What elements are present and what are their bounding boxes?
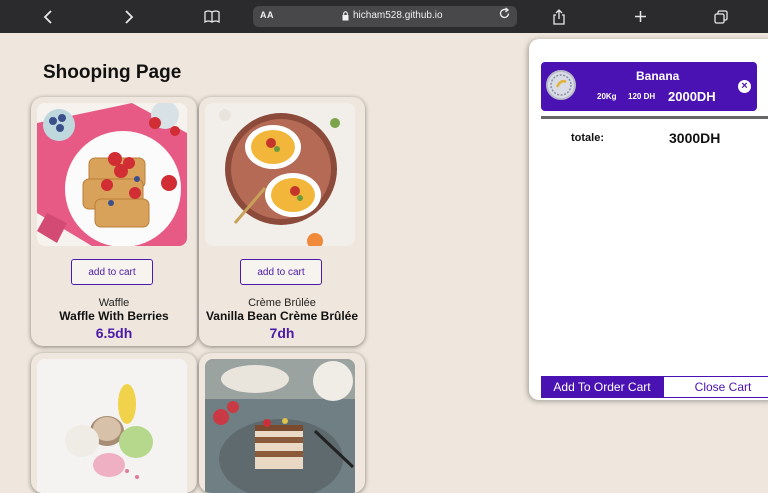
product-image-waffle[interactable]	[37, 103, 187, 246]
cart-item-unit-price: 120 DH	[628, 92, 656, 101]
cart-item-weight: 20Kg	[597, 92, 617, 101]
page-title: Shooping Page	[43, 62, 182, 83]
close-cart-button[interactable]: Close Cart	[663, 376, 768, 398]
product-name: Waffle With Berries	[59, 309, 169, 323]
forward-icon[interactable]	[119, 0, 139, 33]
remove-item-icon[interactable]: ×	[738, 80, 751, 93]
cart-total-value: 3000DH	[669, 130, 721, 146]
url-text: hicham528.github.io	[353, 10, 443, 21]
product-image-tiramisu[interactable]	[205, 359, 355, 493]
product-category: Waffle	[98, 297, 130, 309]
cart-item-total: 2000DH	[668, 89, 716, 104]
cart-item: Banana 20Kg 120 DH 2000DH ×	[541, 62, 757, 111]
text-size-button[interactable]: AA	[260, 10, 274, 20]
address-bar[interactable]: AA hicham528.github.io	[253, 6, 517, 27]
tabs-icon[interactable]	[711, 0, 731, 33]
add-to-order-cart-button[interactable]: Add To Order Cart	[541, 376, 663, 398]
cart-item-name: Banana	[636, 69, 680, 83]
cart-divider	[541, 116, 768, 119]
lock-icon	[342, 11, 349, 21]
reader-icon[interactable]	[202, 0, 222, 33]
cart-panel: Banana 20Kg 120 DH 2000DH × totale: 3000…	[529, 39, 768, 400]
cart-total-label: totale:	[571, 132, 604, 144]
product-card	[31, 353, 197, 493]
product-category: Crème Brûlée	[248, 297, 316, 309]
product-image-creme-brulee[interactable]	[205, 103, 355, 246]
reload-icon[interactable]	[498, 7, 511, 23]
back-icon[interactable]	[38, 0, 58, 33]
product-name: Vanilla Bean Crème Brûlée	[205, 309, 359, 323]
add-to-cart-button[interactable]: add to cart	[240, 259, 322, 285]
share-icon[interactable]	[549, 0, 569, 33]
product-price: 6.5dh	[95, 325, 133, 341]
product-card: add to cart Waffle Waffle With Berries 6…	[31, 97, 197, 346]
product-card: add to cart Crème Brûlée Vanilla Bean Cr…	[199, 97, 365, 346]
product-image-macarons[interactable]	[37, 359, 187, 493]
new-tab-icon[interactable]	[630, 0, 650, 33]
add-to-cart-button[interactable]: add to cart	[71, 259, 153, 285]
product-price: 7dh	[269, 325, 295, 341]
cart-item-thumbnail	[546, 70, 576, 100]
browser-toolbar: AA hicham528.github.io	[0, 0, 768, 33]
product-card	[199, 353, 365, 493]
